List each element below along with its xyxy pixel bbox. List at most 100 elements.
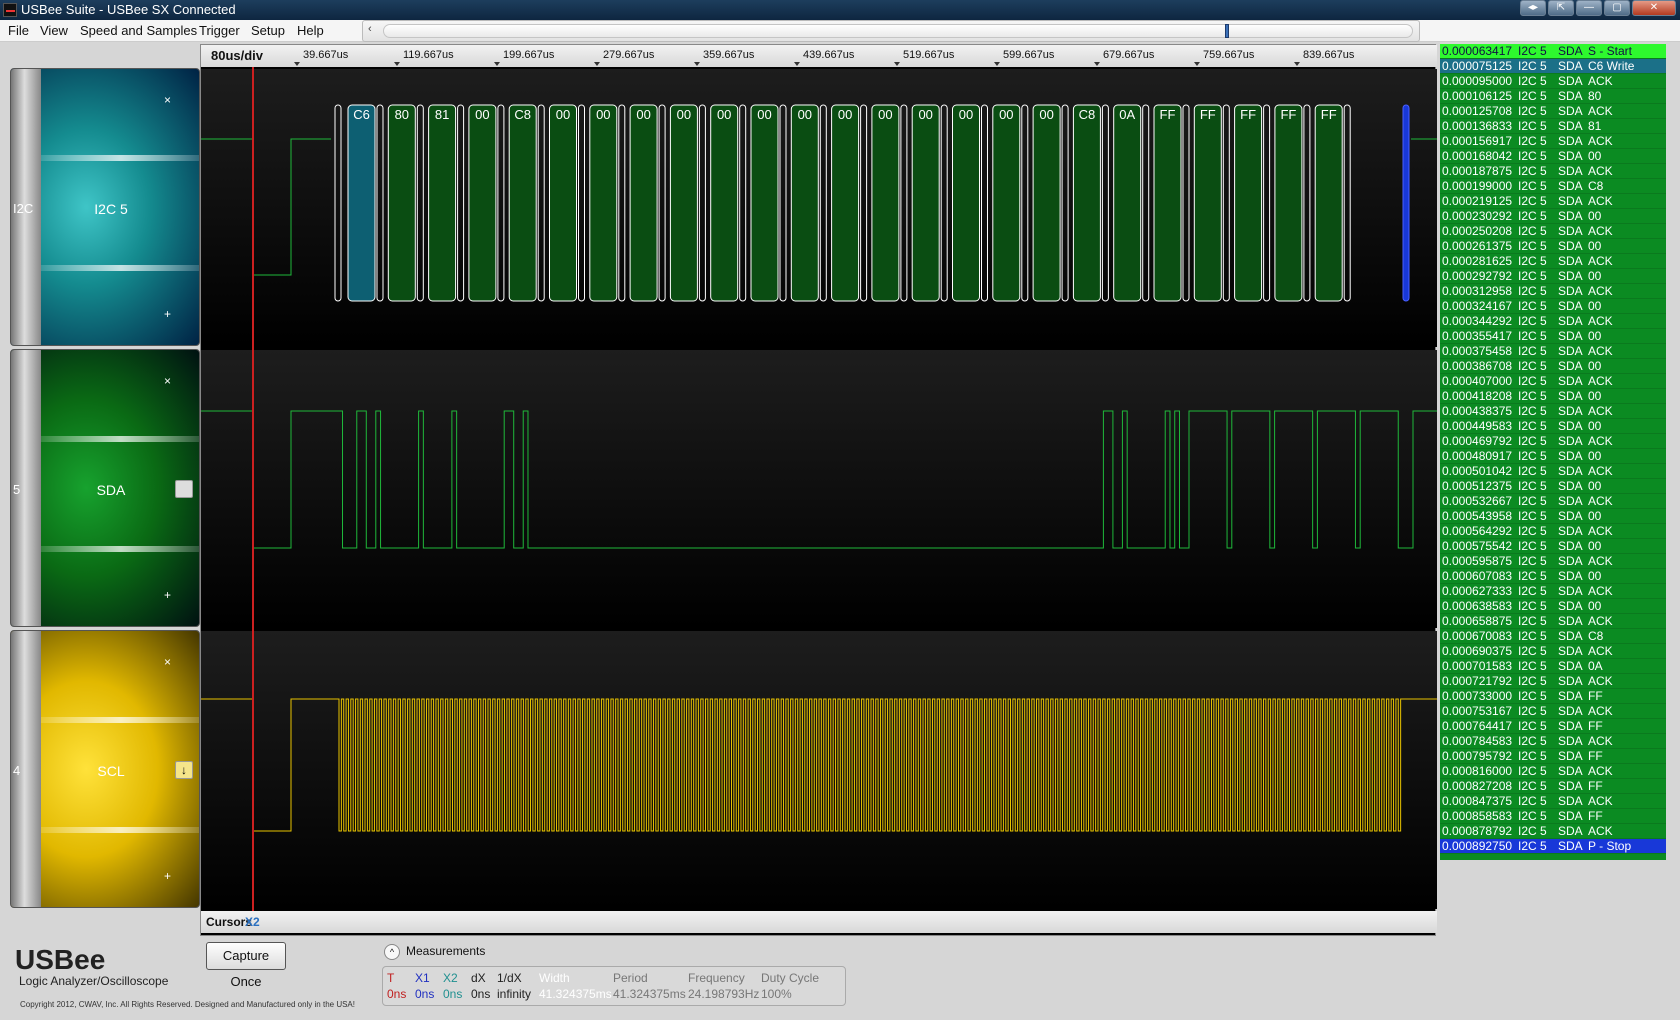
decoder-row[interactable]: 0.000627333 I2C 5 SDA ACK <box>1440 584 1666 599</box>
decoder-value: 80 <box>1588 89 1602 103</box>
menu-help[interactable]: Help <box>297 23 324 38</box>
decoder-row[interactable]: 0.000816000 I2C 5 SDA ACK <box>1440 764 1666 779</box>
menu-speed-and-samples[interactable]: Speed and Samples <box>80 23 197 38</box>
decoder-row[interactable]: 0.000449583 I2C 5 SDA 00 <box>1440 419 1666 434</box>
i2c-ack-marker <box>1222 104 1230 302</box>
decoder-row[interactable]: 0.000670083 I2C 5 SDA C8 <box>1440 629 1666 644</box>
decoder-row[interactable]: 0.000187875 I2C 5 SDA ACK <box>1440 164 1666 179</box>
decoder-row[interactable]: 0.000701583 I2C 5 SDA 0A <box>1440 659 1666 674</box>
decoder-row[interactable]: 0.000847375 I2C 5 SDA ACK <box>1440 794 1666 809</box>
decoder-time: 0.000219125 <box>1442 194 1513 208</box>
decoder-row[interactable]: 0.000344292 I2C 5 SDA ACK <box>1440 314 1666 329</box>
decoder-row[interactable]: 0.000156917 I2C 5 SDA ACK <box>1440 134 1666 149</box>
decoder-list[interactable]: 0.000063417 I2C 5 SDA S - Start 0.000075125 I… <box>1440 44 1666 860</box>
decoder-row[interactable]: 0.000480917 I2C 5 SDA 00 <box>1440 449 1666 464</box>
decoder-row[interactable]: 0.000607083 I2C 5 SDA 00 <box>1440 569 1666 584</box>
menu-setup[interactable]: Setup <box>251 23 285 38</box>
decoder-row[interactable]: 0.000690375 I2C 5 SDA ACK <box>1440 644 1666 659</box>
i2c-ack-marker <box>416 104 424 302</box>
decoder-row[interactable]: 0.000168042 I2C 5 SDA 00 <box>1440 149 1666 164</box>
channel-scl[interactable]: 4 SCL × + ↓ <box>10 630 200 908</box>
collapse-arrows-icon[interactable]: ◂▸ <box>1520 0 1546 16</box>
scroll-left-icon[interactable]: ‹ <box>368 23 372 35</box>
decoder-row[interactable]: 0.000721792 I2C 5 SDA ACK <box>1440 674 1666 689</box>
decoder-row[interactable]: 0.000438375 I2C 5 SDA ACK <box>1440 404 1666 419</box>
i2c-ack-marker <box>698 104 706 302</box>
decoder-row[interactable]: 0.000753167 I2C 5 SDA ACK <box>1440 704 1666 719</box>
measurements-header[interactable]: ^ Measurements <box>384 944 485 960</box>
decoder-row[interactable]: 0.000764417 I2C 5 SDA FF <box>1440 719 1666 734</box>
zoom-out-icon[interactable]: × <box>164 655 171 669</box>
decoder-row[interactable]: 0.000795792 I2C 5 SDA FF <box>1440 749 1666 764</box>
decoder-row[interactable]: 0.000312958 I2C 5 SDA ACK <box>1440 284 1666 299</box>
decoder-row[interactable]: 0.000230292 I2C 5 SDA 00 <box>1440 209 1666 224</box>
decoder-row[interactable]: 0.000595875 I2C 5 SDA ACK <box>1440 554 1666 569</box>
decoder-row[interactable]: 0.000532667 I2C 5 SDA ACK <box>1440 494 1666 509</box>
decoder-row[interactable]: 0.000892750 I2C 5 SDA P - Stop <box>1440 839 1666 854</box>
decoder-row[interactable]: 0.000733000 I2C 5 SDA FF <box>1440 689 1666 704</box>
decoder-row[interactable]: 0.000658875 I2C 5 SDA ACK <box>1440 614 1666 629</box>
menu-trigger[interactable]: Trigger <box>199 23 240 38</box>
decoder-row[interactable]: 0.000281625 I2C 5 SDA ACK <box>1440 254 1666 269</box>
maximize-button[interactable]: ▢ <box>1604 0 1630 16</box>
capture-once-button[interactable]: Capture Once <box>206 942 286 989</box>
close-button[interactable]: ✕ <box>1632 0 1676 16</box>
decoder-row[interactable]: 0.000292792 I2C 5 SDA 00 <box>1440 269 1666 284</box>
decoder-row[interactable]: 0.000469792 I2C 5 SDA ACK <box>1440 434 1666 449</box>
collapse-chevron-icon[interactable]: ^ <box>384 944 400 960</box>
decoder-row[interactable]: 0.000324167 I2C 5 SDA 00 <box>1440 299 1666 314</box>
decoder-row[interactable]: 0.000501042 I2C 5 SDA ACK <box>1440 464 1666 479</box>
decoder-row[interactable]: 0.000355417 I2C 5 SDA 00 <box>1440 329 1666 344</box>
zoom-out-icon[interactable]: × <box>164 374 171 388</box>
i2c-ack-marker <box>1021 104 1029 302</box>
decoder-row[interactable]: 0.000575542 I2C 5 SDA 00 <box>1440 539 1666 554</box>
decoder-bus: I2C 5 <box>1518 434 1547 448</box>
channel-i2c[interactable]: I2C I2C 5 × + <box>10 68 200 346</box>
measurement-label: X2 <box>443 971 458 985</box>
decoder-row[interactable]: 0.000199000 I2C 5 SDA C8 <box>1440 179 1666 194</box>
decoder-row[interactable]: 0.000784583 I2C 5 SDA ACK <box>1440 734 1666 749</box>
decoder-row[interactable]: 0.000418208 I2C 5 SDA 00 <box>1440 389 1666 404</box>
menu-file[interactable]: File <box>8 23 29 38</box>
scroll-track[interactable] <box>383 24 1413 38</box>
decoder-row[interactable]: 0.000136833 I2C 5 SDA 81 <box>1440 119 1666 134</box>
scroll-thumb[interactable] <box>1225 24 1229 38</box>
menu-view[interactable]: View <box>40 23 68 38</box>
decoder-row[interactable]: 0.000219125 I2C 5 SDA ACK <box>1440 194 1666 209</box>
zoom-in-icon[interactable]: + <box>164 869 171 883</box>
decoder-row[interactable]: 0.000261375 I2C 5 SDA 00 <box>1440 239 1666 254</box>
measurement-value: infinity <box>497 987 532 1001</box>
timeline-scrollbar[interactable]: ‹ <box>362 20 1420 42</box>
decoder-row[interactable]: 0.000543958 I2C 5 SDA 00 <box>1440 509 1666 524</box>
decoder-row[interactable]: 0.000095000 I2C 5 SDA ACK <box>1440 74 1666 89</box>
falling-edge-trigger-icon[interactable]: ↓ <box>175 761 193 779</box>
measurement-x1: X1 0ns <box>415 970 434 1002</box>
decoder-row[interactable]: 0.000878792 I2C 5 SDA ACK <box>1440 824 1666 839</box>
decoder-row[interactable]: 0.000075125 I2C 5 SDA C6 Write <box>1440 59 1666 74</box>
decoder-row[interactable]: 0.000564292 I2C 5 SDA ACK <box>1440 524 1666 539</box>
decoder-row[interactable]: 0.000407000 I2C 5 SDA ACK <box>1440 374 1666 389</box>
minimize-button[interactable]: — <box>1576 0 1602 16</box>
zoom-in-icon[interactable]: + <box>164 307 171 321</box>
i2c-byte-label: FF <box>1200 107 1216 122</box>
decoder-row[interactable]: 0.000375458 I2C 5 SDA ACK <box>1440 344 1666 359</box>
channel-sda[interactable]: 5 SDA × + <box>10 349 200 627</box>
zoom-in-icon[interactable]: + <box>164 588 171 602</box>
decoder-row[interactable]: 0.000858583 I2C 5 SDA FF <box>1440 809 1666 824</box>
decoder-row[interactable]: 0.000512375 I2C 5 SDA 00 <box>1440 479 1666 494</box>
decoder-row[interactable]: 0.000063417 I2C 5 SDA S - Start <box>1440 44 1666 59</box>
waveform-canvas[interactable]: C6 80 81 00 C8 00 00 00 00 00 00 00 00 00 00 00 00 00 C8 0A… <box>201 45 1437 911</box>
decoder-time: 0.000261375 <box>1442 239 1513 253</box>
zoom-out-icon[interactable]: × <box>164 93 171 107</box>
decoder-row[interactable]: 0.000386708 I2C 5 SDA 00 <box>1440 359 1666 374</box>
i2c-byte-box <box>387 104 416 302</box>
cursor-x2-label[interactable]: X2 <box>245 915 260 929</box>
decoder-row[interactable]: 0.000106125 I2C 5 SDA 80 <box>1440 89 1666 104</box>
decoder-row[interactable]: 0.000250208 I2C 5 SDA ACK <box>1440 224 1666 239</box>
trigger-checkbox[interactable] <box>175 480 193 498</box>
decoder-row[interactable]: 0.000125708 I2C 5 SDA ACK <box>1440 104 1666 119</box>
decoder-row[interactable]: 0.000827208 I2C 5 SDA FF <box>1440 779 1666 794</box>
export-icon[interactable]: ⇱ <box>1548 0 1574 16</box>
waveform-panel[interactable]: 80us/div 39.667us 119.667us 199.667us 279.6… <box>200 44 1437 936</box>
decoder-row[interactable]: 0.000638583 I2C 5 SDA 00 <box>1440 599 1666 614</box>
